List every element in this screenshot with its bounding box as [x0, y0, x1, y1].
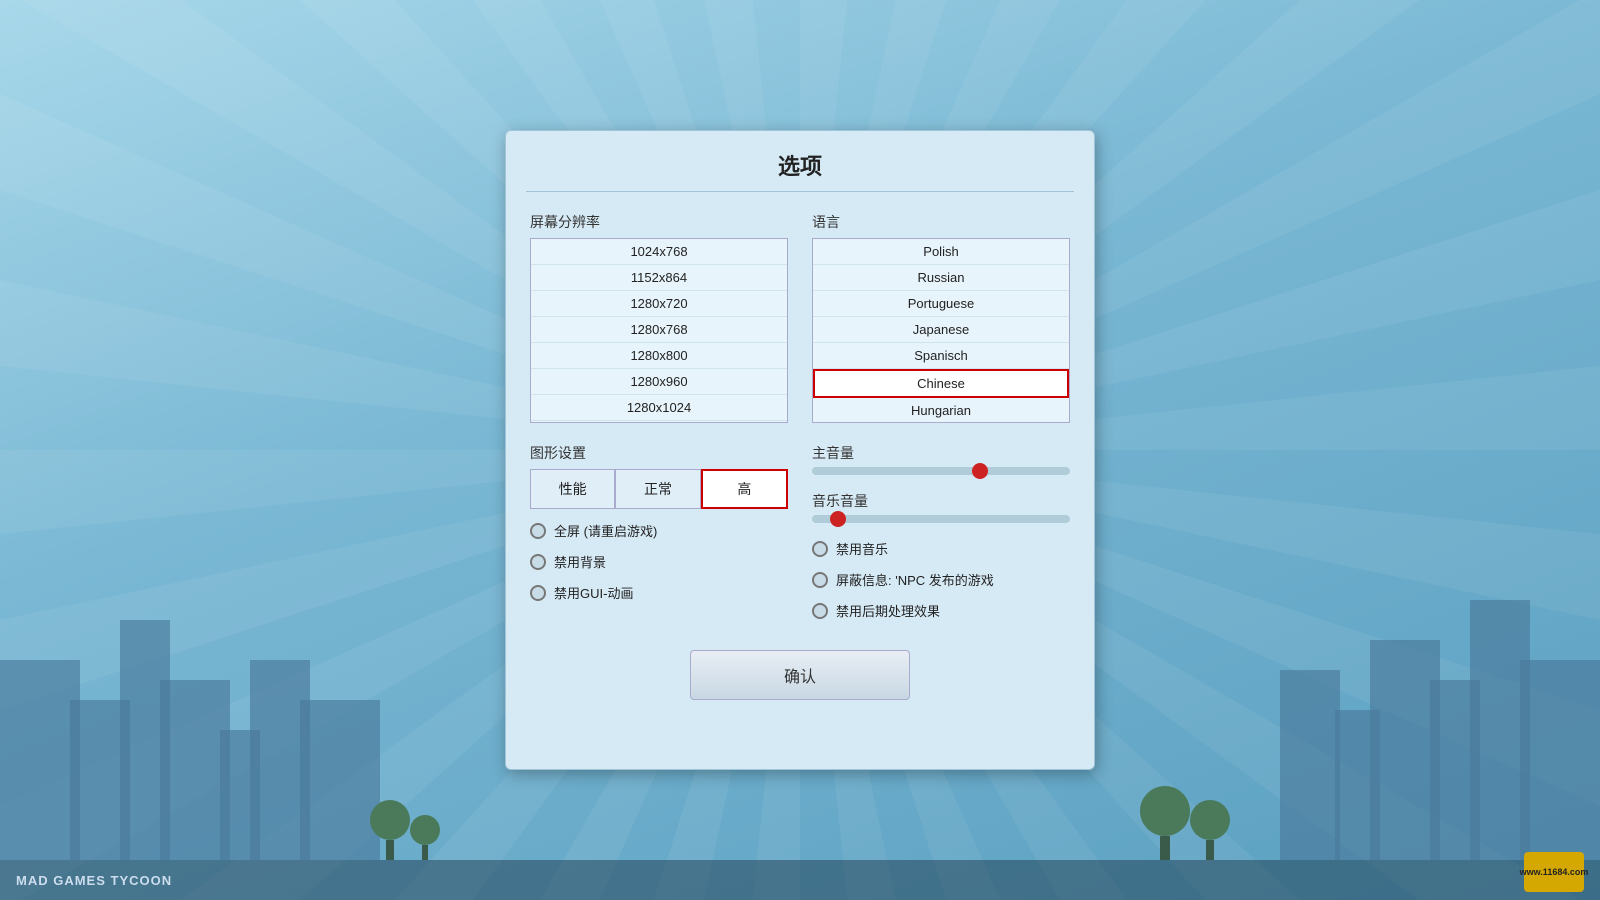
- resolution-item-1280x1024[interactable]: 1280x1024: [531, 395, 787, 421]
- resolution-listbox[interactable]: 1024x768 1152x864 1280x720 1280x768 1280…: [530, 238, 788, 423]
- music-volume-label: 音乐音量: [812, 491, 1070, 511]
- music-volume-track[interactable]: [812, 515, 1070, 523]
- language-item-spanisch[interactable]: Spanisch: [813, 343, 1069, 369]
- radio-block-npc[interactable]: [812, 572, 828, 588]
- checkbox-disable-gui[interactable]: 禁用GUI-动画: [530, 583, 788, 602]
- checkbox-block-npc[interactable]: 屏蔽信息: 'NPC 发布的游戏: [812, 570, 1070, 589]
- radio-disable-bg[interactable]: [530, 554, 546, 570]
- checkbox-block-npc-label: 屏蔽信息: 'NPC 发布的游戏: [836, 570, 994, 589]
- resolution-item-1280x768[interactable]: 1280x768: [531, 317, 787, 343]
- radio-fullscreen[interactable]: [530, 523, 546, 539]
- watermark-badge: www.11684.com: [1524, 852, 1584, 892]
- resolution-item-1024x768[interactable]: 1024x768: [531, 239, 787, 265]
- language-col: 语言 Polish Russian Portuguese Japanese Sp…: [812, 212, 1070, 423]
- language-listbox[interactable]: Polish Russian Portuguese Japanese Spani…: [812, 238, 1070, 423]
- dialog-title: 选项: [506, 131, 1094, 191]
- resolution-item-1152x864[interactable]: 1152x864: [531, 265, 787, 291]
- options-dialog: 选项 屏幕分辨率 1024x768 1152x864 1280x720 1280…: [505, 130, 1095, 770]
- radio-disable-gui[interactable]: [530, 585, 546, 601]
- checkbox-fullscreen-label: 全屏 (请重启游戏): [554, 521, 657, 540]
- checkbox-disable-bg-label: 禁用背景: [554, 552, 606, 571]
- gfx-btn-normal[interactable]: 正常: [615, 469, 700, 509]
- resolution-col: 屏幕分辨率 1024x768 1152x864 1280x720 1280x76…: [530, 212, 788, 423]
- dialog-overlay: 选项 屏幕分辨率 1024x768 1152x864 1280x720 1280…: [0, 0, 1600, 900]
- checkbox-disable-postprocess[interactable]: 禁用后期处理效果: [812, 601, 1070, 620]
- resolution-item-1280x800[interactable]: 1280x800: [531, 343, 787, 369]
- checkbox-disable-music-label: 禁用音乐: [836, 539, 888, 558]
- language-item-polish[interactable]: Polish: [813, 239, 1069, 265]
- language-item-hungarian[interactable]: Hungarian: [813, 398, 1069, 423]
- bottom-bar: MAD GAMES TYCOON: [0, 860, 1600, 900]
- top-section: 屏幕分辨率 1024x768 1152x864 1280x720 1280x76…: [530, 212, 1070, 423]
- resolution-item-1280x960[interactable]: 1280x960: [531, 369, 787, 395]
- language-item-chinese[interactable]: Chinese: [813, 369, 1069, 398]
- master-volume-thumb[interactable]: [972, 463, 988, 479]
- dialog-body: 屏幕分辨率 1024x768 1152x864 1280x720 1280x76…: [506, 212, 1094, 620]
- graphics-col: 图形设置 性能 正常 高 全屏 (请重启游戏) 禁用背景: [530, 443, 788, 620]
- language-item-portuguese[interactable]: Portuguese: [813, 291, 1069, 317]
- language-label: 语言: [812, 212, 1070, 232]
- graphics-button-group: 性能 正常 高: [530, 469, 788, 509]
- radio-disable-music[interactable]: [812, 541, 828, 557]
- resolution-item-1280x720[interactable]: 1280x720: [531, 291, 787, 317]
- music-volume-thumb[interactable]: [830, 511, 846, 527]
- confirm-button[interactable]: 确认: [690, 650, 910, 700]
- checkbox-fullscreen[interactable]: 全屏 (请重启游戏): [530, 521, 788, 540]
- checkbox-disable-postprocess-label: 禁用后期处理效果: [836, 601, 940, 620]
- audio-col: 主音量 音乐音量 禁用音乐: [812, 443, 1070, 620]
- dialog-divider: [526, 191, 1074, 192]
- app-title: MAD GAMES TYCOON: [16, 873, 172, 888]
- language-item-japanese[interactable]: Japanese: [813, 317, 1069, 343]
- checkbox-disable-gui-label: 禁用GUI-动画: [554, 583, 633, 602]
- language-item-russian[interactable]: Russian: [813, 265, 1069, 291]
- checkbox-disable-bg[interactable]: 禁用背景: [530, 552, 788, 571]
- graphics-label: 图形设置: [530, 443, 788, 463]
- watermark-text: www.11684.com: [1520, 867, 1589, 877]
- radio-disable-postprocess[interactable]: [812, 603, 828, 619]
- checkbox-disable-music[interactable]: 禁用音乐: [812, 539, 1070, 558]
- master-volume-label: 主音量: [812, 443, 1070, 463]
- resolution-label: 屏幕分辨率: [530, 212, 788, 232]
- bottom-section: 图形设置 性能 正常 高 全屏 (请重启游戏) 禁用背景: [530, 443, 1070, 620]
- gfx-btn-high[interactable]: 高: [701, 469, 788, 509]
- master-volume-track[interactable]: [812, 467, 1070, 475]
- gfx-btn-performance[interactable]: 性能: [530, 469, 615, 509]
